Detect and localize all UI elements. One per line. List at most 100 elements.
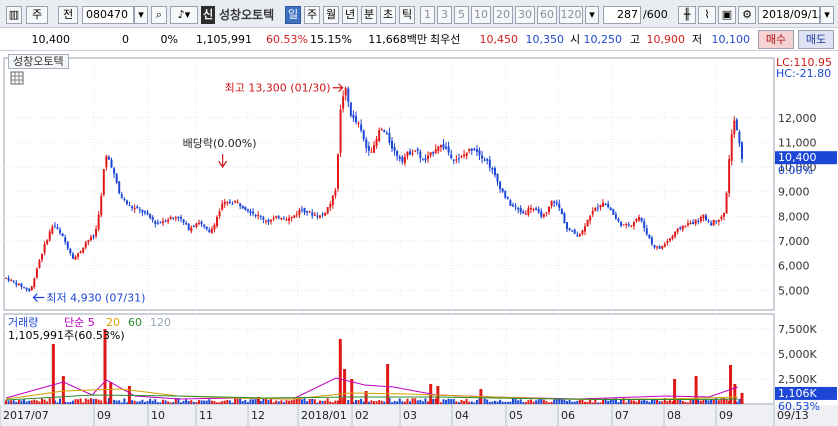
code-dropdown-icon[interactable]: ▾ — [134, 6, 148, 24]
candle-body — [185, 223, 188, 225]
volume-bar — [149, 398, 152, 404]
interval-1[interactable]: 1 — [420, 6, 435, 24]
period-tab-tick[interactable]: 틱 — [399, 6, 415, 24]
volume-spike-bar — [740, 392, 744, 404]
candle-body — [398, 156, 401, 159]
x-axis-label: 2018/01 — [301, 409, 347, 422]
market-select[interactable]: 주 — [26, 6, 48, 24]
interval-3[interactable]: 3 — [437, 6, 452, 24]
volume-bar — [409, 401, 412, 404]
interval-5[interactable]: 5 — [454, 6, 469, 24]
interval-20[interactable]: 20 — [493, 6, 513, 24]
date-input[interactable]: 2018/09/13 — [758, 6, 825, 24]
candle-body — [712, 219, 715, 226]
buy-button[interactable]: 매수 — [758, 30, 794, 49]
volume-bar — [396, 401, 399, 404]
interval-dropdown-icon[interactable]: ▾ — [585, 6, 599, 24]
volume-bar — [419, 399, 422, 404]
candle-body — [33, 278, 36, 288]
candle-body — [120, 194, 123, 198]
candle-body — [362, 130, 365, 140]
volume-bar — [686, 402, 689, 404]
volume-legend-item: 60 — [128, 316, 142, 329]
volume-bar — [617, 401, 620, 404]
panel-toggle-icon[interactable]: ▥ — [6, 6, 22, 24]
candle-body — [74, 256, 77, 260]
candle-body — [511, 204, 514, 207]
candle-style-icon[interactable]: ╫ — [678, 6, 696, 24]
volume-bar — [46, 401, 49, 404]
sell-button[interactable]: 매도 — [798, 30, 834, 49]
interval-10[interactable]: 10 — [471, 6, 491, 24]
candle-body — [388, 132, 391, 143]
chart-mode-button[interactable]: 전 — [58, 6, 78, 24]
period-tab-week[interactable]: 주 — [304, 6, 320, 24]
candle-body — [632, 222, 635, 227]
chart-title-tab[interactable]: 성창오토텍 — [8, 54, 69, 69]
volume-bar — [432, 399, 435, 404]
candle-body — [653, 245, 656, 248]
candle-body — [584, 226, 587, 232]
line-style-icon[interactable]: ⌇ — [698, 6, 716, 24]
candle-body — [131, 206, 134, 209]
period-tab-second[interactable]: 초 — [380, 6, 396, 24]
volume-bar — [23, 399, 26, 404]
candle-body — [702, 214, 705, 219]
candle-body — [617, 218, 620, 222]
candle-body — [136, 206, 139, 209]
stock-code-input[interactable]: 080470 — [82, 6, 134, 24]
period-tab-year[interactable]: 년 — [342, 6, 358, 24]
speaker-icon[interactable]: ♪▾ — [170, 6, 198, 24]
candle-body — [316, 215, 319, 217]
count-input[interactable]: 287 — [603, 6, 641, 24]
volume-bar — [378, 400, 381, 404]
volume-bar — [313, 399, 316, 404]
search-icon[interactable]: ⌕ — [151, 6, 167, 24]
gear-icon[interactable]: ⚙ — [738, 6, 756, 24]
volume-bar — [475, 399, 478, 404]
candle-body — [383, 130, 386, 133]
volume-spike-bar — [51, 344, 55, 404]
volume-bar — [69, 401, 72, 404]
volume-bar — [203, 400, 206, 404]
x-axis-label: 10 — [151, 409, 165, 422]
candle-body — [95, 228, 98, 237]
candle-body — [334, 190, 337, 196]
candle-body — [270, 219, 273, 222]
period-tab-day[interactable]: 일 — [285, 6, 301, 24]
stock-chart[interactable]: 12,00011,00010,0009,0008,0007,0006,0005,… — [0, 52, 838, 426]
candle-body — [69, 248, 72, 254]
volume-bar — [499, 399, 502, 404]
candle-body — [627, 224, 630, 226]
candle-body — [141, 210, 144, 213]
candle-body — [100, 196, 103, 216]
interval-120[interactable]: 120 — [559, 6, 583, 24]
volume-bar — [519, 399, 522, 404]
volume-bar — [576, 400, 579, 404]
interval-30[interactable]: 30 — [515, 6, 535, 24]
volume-bar — [118, 400, 121, 404]
candle-body — [470, 148, 473, 151]
candle-body — [352, 114, 355, 118]
volume-bar — [529, 399, 532, 404]
volume-bar — [252, 399, 255, 404]
candle-body — [499, 181, 502, 190]
interval-60[interactable]: 60 — [537, 6, 557, 24]
candle-body — [293, 215, 296, 218]
candle-body — [84, 242, 87, 248]
low-label: 저 — [692, 33, 703, 46]
candle-body — [349, 102, 352, 116]
calendar-dropdown-icon[interactable]: ▾ — [820, 6, 834, 24]
candle-body — [125, 200, 128, 204]
period-tab-minute[interactable]: 분 — [361, 6, 377, 24]
candle-body — [571, 230, 574, 232]
period-tab-month[interactable]: 월 — [323, 6, 339, 24]
candle-body — [64, 237, 67, 242]
volume-bar — [210, 400, 213, 404]
candle-body — [313, 214, 316, 216]
candle-body — [596, 207, 599, 209]
save-icon[interactable]: ▣ — [718, 6, 736, 24]
volume-bar — [511, 398, 514, 404]
trade-amount: 11,668백만 — [368, 33, 427, 46]
candle-body — [133, 207, 136, 209]
